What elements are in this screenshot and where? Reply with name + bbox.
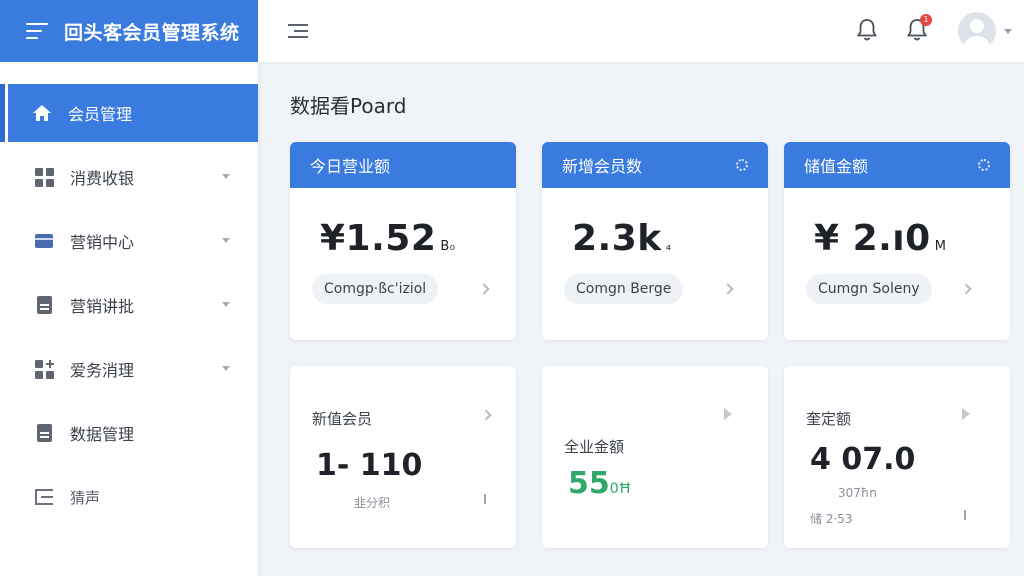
sidebar-item-business[interactable]: 爱务消理 bbox=[0, 340, 258, 398]
compare-pill[interactable]: Comgn Berge bbox=[564, 274, 684, 304]
sidebar-toggle-icon[interactable] bbox=[288, 24, 308, 38]
sidebar-item-marketing-center[interactable]: 营销中心 bbox=[0, 212, 258, 270]
stat-card-stored-value[interactable]: 储值金额 ¥ 2.ı0 M Cumgn Soleny bbox=[784, 142, 1010, 340]
card-subtext: 韭分积 bbox=[354, 496, 391, 510]
chevron-right-icon[interactable] bbox=[722, 283, 734, 295]
sidebar-item-exit[interactable]: 猜声 bbox=[0, 468, 258, 526]
card-label: 全业金額 bbox=[564, 438, 625, 456]
sidebar-item-label: 爱务消理 bbox=[70, 361, 135, 380]
chevron-down-icon[interactable] bbox=[222, 302, 230, 307]
chevron-right-icon[interactable] bbox=[478, 283, 490, 295]
notification-badge: 1 bbox=[920, 14, 932, 26]
card-icon bbox=[34, 231, 54, 251]
stat-card-new-members[interactable]: 新增会员数 2.3k ₄ Comgn Berge bbox=[542, 142, 768, 340]
sidebar-item-label: 消费收银 bbox=[70, 169, 135, 188]
sidebar-item-marketing-reports[interactable]: 营销讲批 bbox=[0, 276, 258, 334]
compare-pill[interactable]: Cumgn Soleny bbox=[806, 274, 932, 304]
card-value: 550Ħ bbox=[568, 466, 632, 501]
play-icon[interactable] bbox=[962, 408, 970, 420]
stat-value: 2.3k ₄ bbox=[572, 218, 672, 259]
exit-icon bbox=[34, 487, 54, 507]
card-label: 奎定额 bbox=[806, 410, 852, 428]
avatar[interactable] bbox=[958, 12, 996, 50]
card-value: 4 07.0 bbox=[810, 442, 916, 477]
sidebar-item-label: 营销中心 bbox=[70, 233, 135, 252]
detail-card-fixed-amount[interactable]: 奎定额 4 07.0 307ħn 储 2·53 bbox=[784, 366, 1010, 548]
more-icon[interactable] bbox=[484, 494, 486, 504]
bell-icon[interactable] bbox=[856, 18, 878, 42]
card-value: 1- 110 bbox=[316, 448, 423, 483]
page-title: 数据看Poard bbox=[290, 94, 407, 118]
stat-card-revenue[interactable]: 今日营业额 ¥1.52 B₀ Comgp·ßc'iziol bbox=[290, 142, 516, 340]
play-icon[interactable] bbox=[724, 408, 732, 420]
app-title: 回头客会员管理系统 bbox=[64, 21, 240, 44]
sidebar-item-label: 数据管理 bbox=[70, 425, 135, 444]
menu-icon[interactable] bbox=[26, 23, 48, 39]
detail-card-total-amount[interactable]: 全业金額 550Ħ bbox=[542, 366, 768, 548]
card-header: 新增会员数 bbox=[542, 142, 768, 188]
chevron-down-icon[interactable] bbox=[222, 174, 230, 179]
chevron-down-icon[interactable] bbox=[1004, 29, 1012, 34]
card-subtext-secondary: 储 2·53 bbox=[810, 512, 853, 526]
chevron-down-icon[interactable] bbox=[222, 366, 230, 371]
document-icon bbox=[34, 295, 54, 315]
card-header: 储值金额 bbox=[784, 142, 1010, 188]
sidebar-item-label: 营销讲批 bbox=[70, 297, 135, 316]
grid-icon bbox=[34, 167, 54, 187]
top-bar: 1 bbox=[258, 0, 1024, 62]
home-icon bbox=[32, 103, 52, 123]
chevron-right-icon[interactable] bbox=[480, 409, 492, 421]
sidebar-item-label: 猜声 bbox=[70, 488, 101, 507]
detail-card-members[interactable]: 新值会员 1- 110 韭分积 bbox=[290, 366, 516, 548]
brand-bar: 回头客会员管理系统 bbox=[0, 0, 258, 62]
sidebar: 回头客会员管理系统 会员管理 消费收银 营销中心 营销讲批 爱务消理 数据管理 … bbox=[0, 0, 258, 576]
sidebar-item-member-management[interactable]: 会员管理 bbox=[0, 84, 258, 142]
sidebar-item-label: 会员管理 bbox=[68, 105, 133, 124]
card-subtext: 307ħn bbox=[838, 486, 877, 500]
card-header: 今日营业额 bbox=[290, 142, 516, 188]
sidebar-item-checkout[interactable]: 消费收银 bbox=[0, 148, 258, 206]
chevron-right-icon[interactable] bbox=[960, 283, 972, 295]
settings-icon[interactable] bbox=[736, 159, 748, 171]
notification-bell-icon[interactable]: 1 bbox=[906, 14, 932, 42]
compare-pill[interactable]: Comgp·ßc'iziol bbox=[312, 274, 439, 304]
sidebar-nav: 会员管理 消费收银 营销中心 营销讲批 爱务消理 数据管理 猜声 bbox=[0, 84, 258, 526]
chevron-down-icon[interactable] bbox=[222, 238, 230, 243]
sidebar-item-data-management[interactable]: 数据管理 bbox=[0, 404, 258, 462]
card-label: 新值会员 bbox=[312, 410, 373, 428]
stat-value: ¥1.52 B₀ bbox=[320, 218, 456, 259]
file-icon bbox=[34, 423, 54, 443]
settings-icon[interactable] bbox=[978, 159, 990, 171]
grid-plus-icon bbox=[34, 359, 54, 379]
stat-value: ¥ 2.ı0 M bbox=[814, 218, 947, 259]
more-icon[interactable] bbox=[964, 510, 966, 520]
card-title: 储值金额 bbox=[804, 157, 869, 176]
card-title: 新增会员数 bbox=[562, 157, 643, 176]
card-title: 今日营业额 bbox=[310, 157, 391, 176]
